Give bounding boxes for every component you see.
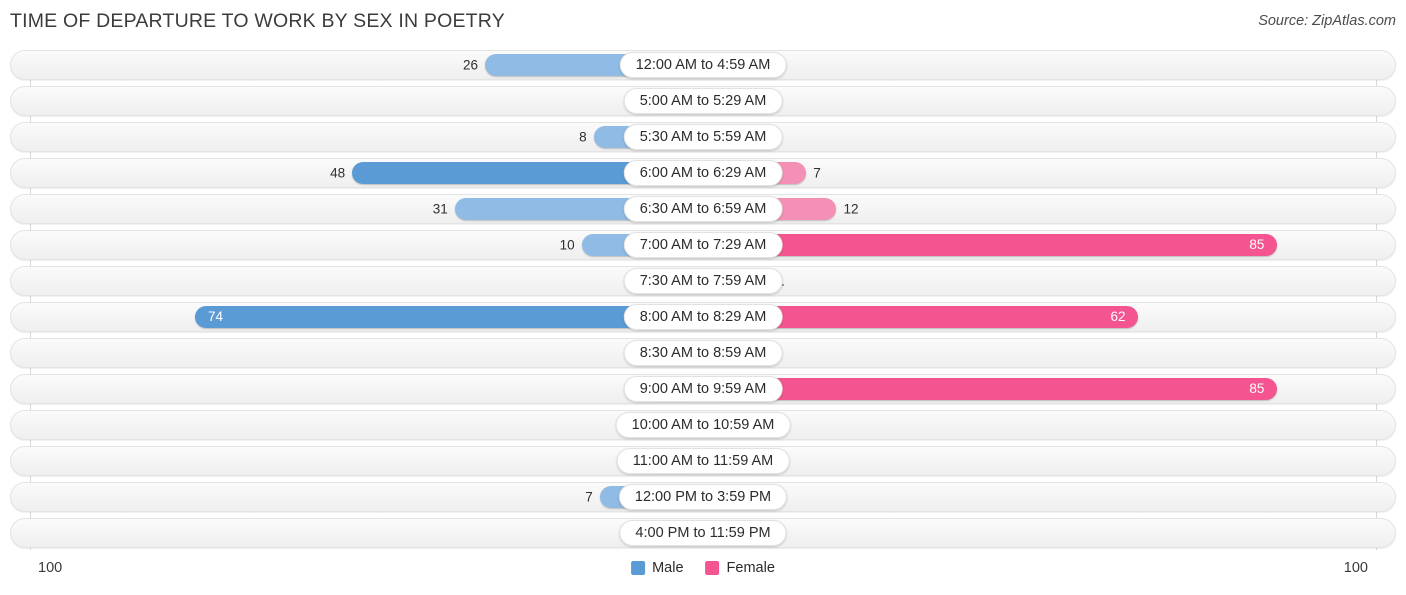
category-label: 12:00 PM to 3:59 PM <box>618 484 788 510</box>
table-row[interactable]: 005:00 AM to 5:29 AM <box>10 86 1396 116</box>
table-row[interactable]: 7012:00 PM to 3:59 PM <box>10 482 1396 512</box>
bar-value-male: 8 <box>579 129 587 145</box>
legend-item-female[interactable]: Female <box>705 560 775 576</box>
bar-value-male: 48 <box>330 165 346 181</box>
category-label: 11:00 AM to 11:59 AM <box>616 448 790 474</box>
table-row[interactable]: 004:00 PM to 11:59 PM <box>10 518 1396 548</box>
table-row[interactable]: 48 7 6:00 AM to 6:29 AM <box>10 158 1396 188</box>
table-row[interactable]: 017:30 AM to 7:59 AM <box>10 266 1396 296</box>
bar-value-female: 85 <box>1249 237 1265 252</box>
bar-value-female: 85 <box>1249 381 1265 396</box>
table-row[interactable]: 74 62 8:00 AM to 8:29 AM <box>10 302 1396 332</box>
category-label: 4:00 PM to 11:59 PM <box>619 520 787 546</box>
page-title: TIME OF DEPARTURE TO WORK BY SEX IN POET… <box>10 10 505 32</box>
category-label: 6:30 AM to 6:59 AM <box>623 196 783 222</box>
bar-value-female: 12 <box>843 201 859 217</box>
category-label: 7:00 AM to 7:29 AM <box>623 232 783 258</box>
table-row[interactable]: 805:30 AM to 5:59 AM <box>10 122 1396 152</box>
category-label: 5:30 AM to 5:59 AM <box>623 124 783 150</box>
legend-swatch-female-icon <box>705 561 720 575</box>
chart-header: TIME OF DEPARTURE TO WORK BY SEX IN POET… <box>0 0 1406 44</box>
bar-female[interactable]: 85 <box>706 234 1278 256</box>
axis-label-right: 100 <box>1343 560 1368 576</box>
bar-value-male: 7 <box>585 489 593 505</box>
category-label: 12:00 AM to 4:59 AM <box>619 52 787 78</box>
category-label: 9:00 AM to 9:59 AM <box>623 376 783 402</box>
plot-area: 26012:00 AM to 4:59 AM 005:00 AM to 5:29 … <box>0 44 1406 552</box>
category-label: 8:30 AM to 8:59 AM <box>623 340 783 366</box>
bar-value-male: 10 <box>559 237 575 253</box>
legend-item-male[interactable]: Male <box>631 560 684 576</box>
chart-footer: 100 Male Female 100 <box>0 552 1406 595</box>
legend-swatch-male-icon <box>631 561 646 575</box>
table-row[interactable]: 26012:00 AM to 4:59 AM <box>10 50 1396 80</box>
bar-value-male: 31 <box>432 201 448 217</box>
table-row[interactable]: 0011:00 AM to 11:59 AM <box>10 446 1396 476</box>
bar-female[interactable]: 85 <box>706 378 1278 400</box>
bar-value-male: 74 <box>208 309 224 324</box>
category-label: 6:00 AM to 6:29 AM <box>623 160 783 186</box>
category-label: 8:00 AM to 8:29 AM <box>623 304 783 330</box>
table-row[interactable]: 31 12 6:30 AM to 6:59 AM <box>10 194 1396 224</box>
table-row[interactable]: 008:30 AM to 8:59 AM <box>10 338 1396 368</box>
category-label: 10:00 AM to 10:59 AM <box>615 412 791 438</box>
legend-label-female: Female <box>726 560 775 576</box>
source-attribution: Source: ZipAtlas.com <box>1258 13 1396 29</box>
chart-legend: Male Female <box>631 560 775 576</box>
bar-value-female: 62 <box>1110 309 1126 324</box>
chart-root: TIME OF DEPARTURE TO WORK BY SEX IN POET… <box>0 0 1406 595</box>
bar-value-male: 26 <box>462 57 478 73</box>
table-row[interactable]: 0010:00 AM to 10:59 AM <box>10 410 1396 440</box>
axis-label-left: 100 <box>38 560 63 576</box>
bar-value-female: 7 <box>813 165 821 181</box>
legend-label-male: Male <box>652 560 684 576</box>
table-row[interactable]: 85 10 7:00 AM to 7:29 AM <box>10 230 1396 260</box>
category-label: 5:00 AM to 5:29 AM <box>623 88 783 114</box>
table-row[interactable]: 8509:00 AM to 9:59 AM <box>10 374 1396 404</box>
category-label: 7:30 AM to 7:59 AM <box>623 268 783 294</box>
